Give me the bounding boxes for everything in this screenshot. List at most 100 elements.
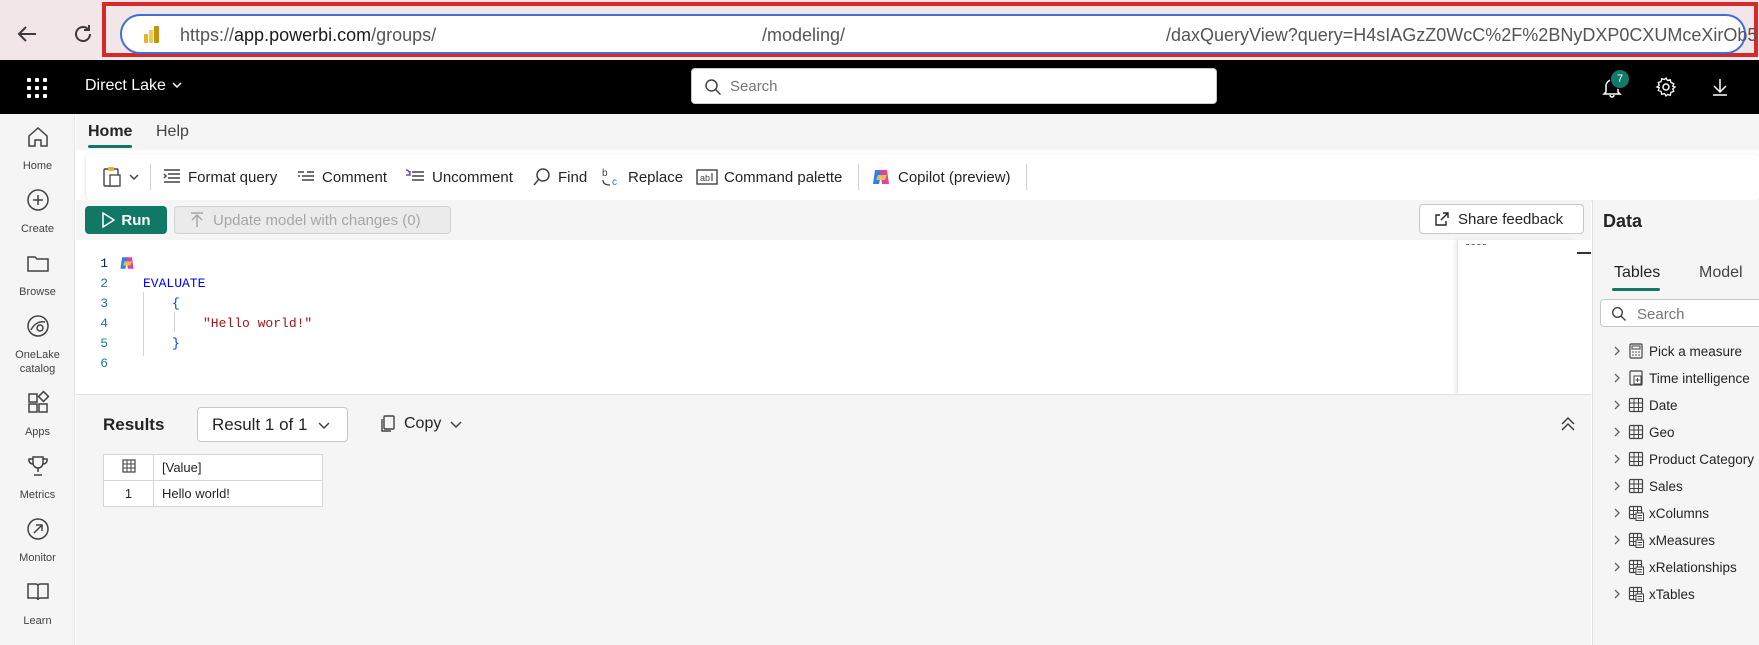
active-tab-indicator (1612, 288, 1660, 291)
onelake-icon (26, 315, 49, 337)
table-icon (1628, 424, 1644, 440)
chevron-right-icon[interactable] (1610, 425, 1624, 439)
result-selector-dropdown[interactable]: Result 1 of 1 (197, 407, 348, 442)
calc-table-icon (1628, 586, 1644, 602)
uncomment-button[interactable]: Uncomment (404, 165, 513, 189)
tree-item-label: xColumns (1649, 505, 1710, 521)
search-icon (533, 168, 550, 186)
copy-results-button[interactable]: Copy (380, 412, 463, 436)
apps-icon (27, 390, 50, 413)
find-button[interactable]: Find (532, 165, 587, 189)
gear-icon (1655, 76, 1677, 98)
tree-item[interactable]: Time intelligence (1610, 368, 1750, 388)
run-button[interactable]: Run (85, 206, 167, 234)
chevron-right-icon[interactable] (1610, 533, 1624, 547)
ribbon-separator (150, 164, 151, 190)
svg-text:b: b (602, 168, 608, 179)
powerbi-logo-icon (144, 26, 159, 43)
clipboard-icon (103, 167, 121, 187)
back-button[interactable] (12, 19, 42, 49)
update-model-button[interactable]: Update model with changes (0) (174, 206, 451, 234)
command-palette-button[interactable]: ab Command palette (696, 165, 842, 189)
tree-item-label: Geo (1649, 424, 1675, 440)
tree-item[interactable]: xRelationships (1610, 557, 1737, 577)
comment-button[interactable]: Comment (296, 165, 387, 189)
app-launcher-icon[interactable] (27, 78, 47, 98)
column-header-value[interactable]: [Value] (153, 454, 323, 481)
external-link-icon (1435, 212, 1449, 226)
tab-help[interactable]: Help (156, 123, 189, 141)
chevron-down-icon (318, 421, 330, 429)
table-select-all[interactable] (103, 454, 154, 481)
rail-item-metrics[interactable]: Metrics (0, 453, 75, 502)
line-number: 3 (100, 296, 108, 311)
tree-item[interactable]: Sales (1610, 476, 1683, 496)
copilot-inline-icon[interactable] (118, 254, 136, 272)
results-table: [Value] 1 Hello world! (103, 454, 323, 507)
workspace-name[interactable]: Direct Lake (85, 77, 166, 95)
calc-group-icon (1629, 370, 1643, 386)
tree-item-label: Sales (1649, 478, 1683, 494)
tree-item-label: xTables (1649, 586, 1695, 602)
tab-model[interactable]: Model (1699, 264, 1743, 282)
notification-badge: 7 (1610, 69, 1630, 89)
address-bar[interactable]: https://app.powerbi.com/groups/ /modelin… (120, 14, 1757, 54)
tree-item[interactable]: Product Category (1610, 449, 1754, 469)
chevron-right-icon[interactable] (1610, 398, 1624, 412)
refresh-button[interactable] (68, 19, 98, 49)
table-cell[interactable]: Hello world! (153, 480, 323, 507)
table-header-row: [Value] (103, 454, 323, 481)
chevron-right-icon[interactable] (1610, 506, 1624, 520)
line-number: 6 (100, 356, 108, 371)
code-line-evaluate: EVALUATE (143, 276, 206, 291)
global-search-input[interactable] (730, 75, 1200, 97)
tree-item[interactable]: xMeasures (1610, 530, 1715, 550)
paste-dropdown-button[interactable] (102, 165, 140, 189)
chevron-right-icon[interactable] (1610, 560, 1624, 574)
table-grid-icon (121, 459, 136, 473)
chevron-down-icon[interactable] (172, 80, 182, 90)
command-palette-icon: ab (696, 169, 718, 185)
download-button[interactable] (1707, 74, 1733, 100)
code-line-open-brace: { (172, 296, 180, 311)
tree-item[interactable]: Pick a measure (1610, 341, 1742, 361)
editor-minimap[interactable] (1457, 240, 1577, 394)
chevron-right-icon[interactable] (1610, 479, 1624, 493)
chevron-double-up-icon[interactable] (1559, 415, 1577, 433)
rail-item-onelake-catalog[interactable]: OneLake catalog (0, 313, 75, 376)
chevron-right-icon[interactable] (1610, 587, 1624, 601)
tree-item[interactable]: xColumns (1610, 503, 1709, 523)
tree-item[interactable]: xTables (1610, 584, 1695, 604)
global-search[interactable] (691, 68, 1217, 104)
refresh-icon (75, 25, 91, 42)
search-icon (1611, 306, 1626, 321)
tab-tables[interactable]: Tables (1614, 264, 1660, 282)
tree-item[interactable]: Geo (1610, 422, 1675, 442)
rail-item-apps[interactable]: Apps (0, 390, 75, 439)
chevron-right-icon[interactable] (1610, 344, 1624, 358)
url-part-3: /daxQueryView?query=H4sIAGzZ0WcC%2F%2BNy… (1166, 25, 1758, 45)
rail-item-monitor[interactable]: Monitor (0, 516, 75, 565)
rail-item-home[interactable]: Home (0, 124, 75, 173)
tree-item-label: Pick a measure (1649, 343, 1743, 359)
ribbon-tab-strip (76, 114, 1759, 150)
tab-home[interactable]: Home (88, 123, 132, 141)
rail-item-learn[interactable]: Learn (0, 579, 75, 628)
search-icon (705, 79, 722, 96)
settings-button[interactable] (1653, 74, 1679, 100)
indent-guide (174, 312, 175, 332)
copilot-button[interactable]: Copilot (preview) (870, 165, 1011, 189)
tree-item[interactable]: Date (1610, 395, 1678, 415)
data-pane-search[interactable] (1600, 299, 1759, 327)
chevron-right-icon[interactable] (1610, 452, 1624, 466)
chevron-right-icon[interactable] (1610, 371, 1624, 385)
tree-item-label: Date (1649, 397, 1678, 413)
share-feedback-button[interactable]: Share feedback (1419, 204, 1584, 234)
rail-item-create[interactable]: Create (0, 187, 75, 236)
replace-button[interactable]: bc Replace (600, 165, 683, 189)
editor-scrollbar[interactable] (1577, 240, 1591, 394)
format-query-button[interactable]: Format query (162, 165, 277, 189)
rail-item-browse[interactable]: Browse (0, 250, 75, 299)
url-part-1: https://app.powerbi.com/groups/ (180, 25, 437, 45)
data-pane-search-input[interactable] (1637, 304, 1757, 324)
